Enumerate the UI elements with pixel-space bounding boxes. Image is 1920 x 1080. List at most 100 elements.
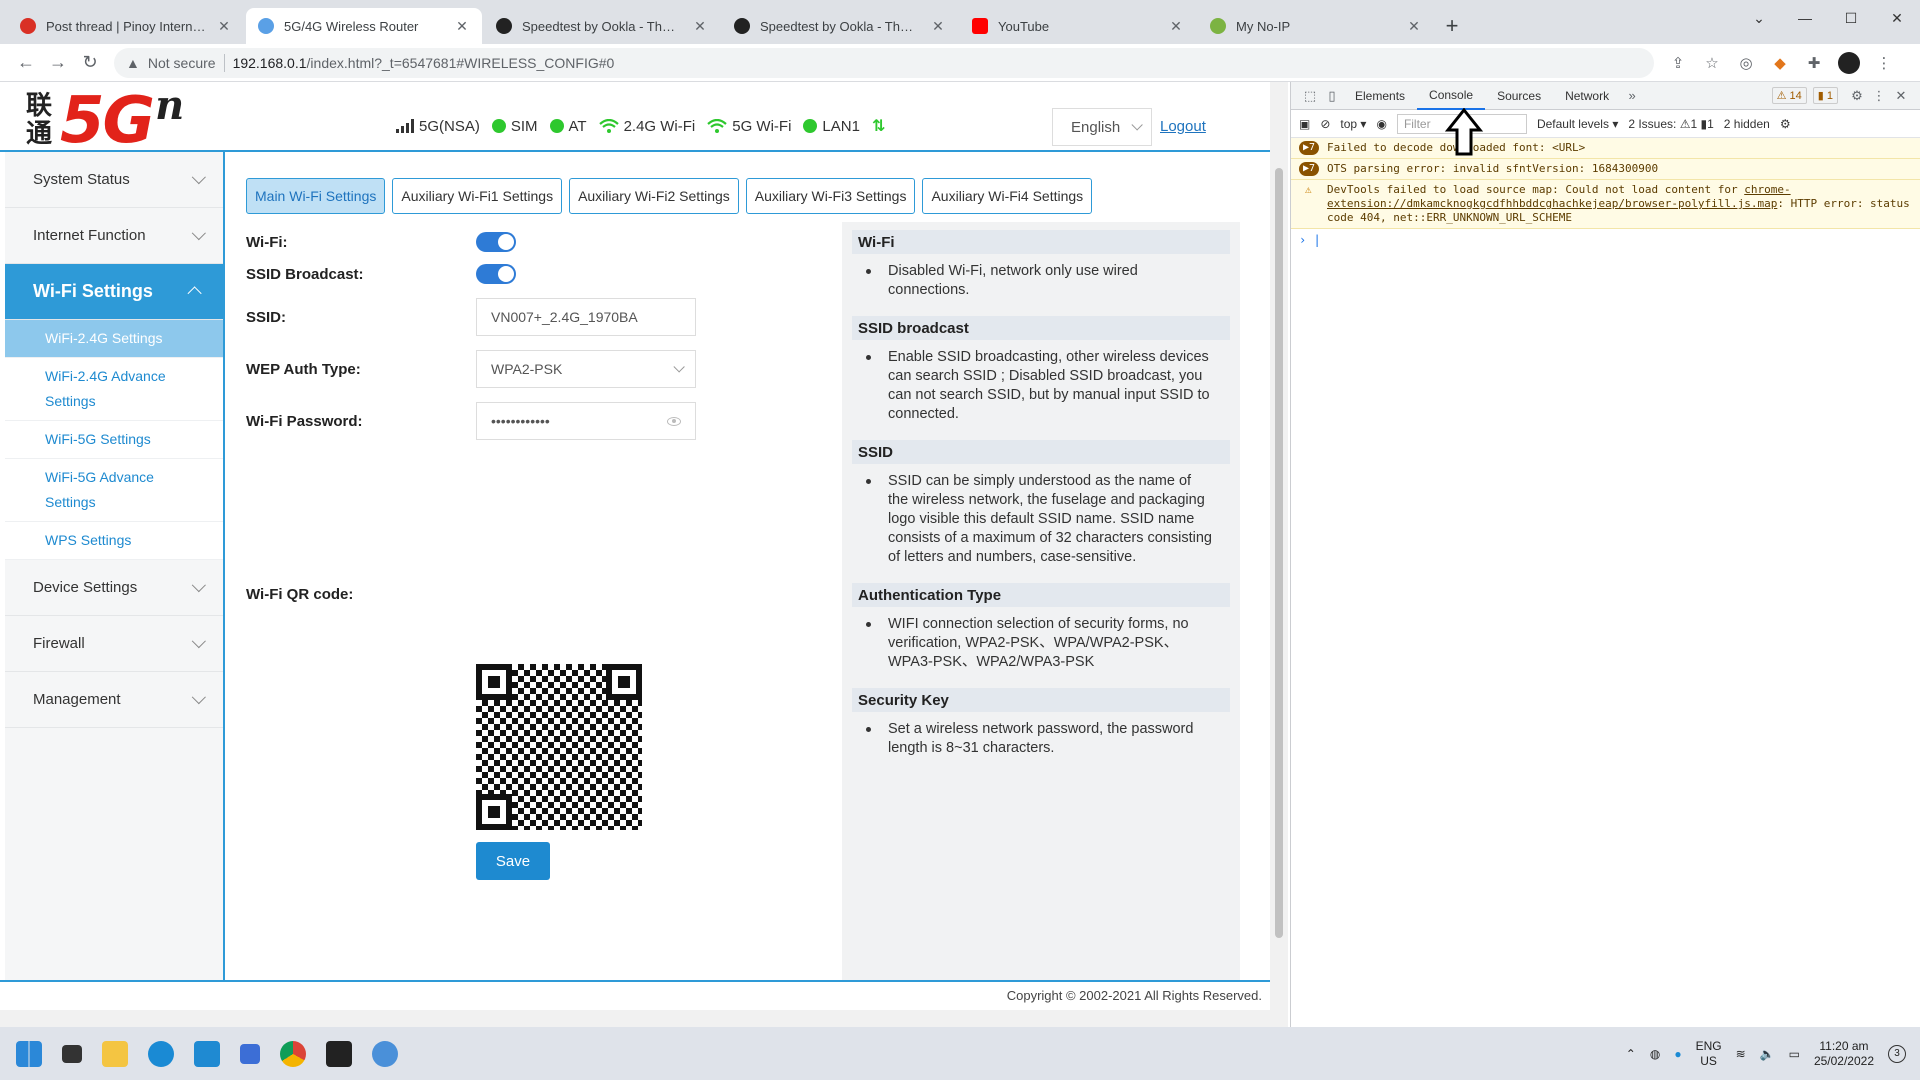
console-settings-icon[interactable]: ⚙	[1780, 117, 1791, 131]
system-tray: ⌃ ◍ ● ENG US ≋ 🔈 ▭ 11:20 am 25/02/2022 3	[1626, 1027, 1906, 1080]
levels-select[interactable]: Default levels ▾	[1537, 117, 1618, 131]
eye-icon[interactable]: ◉	[1376, 117, 1386, 131]
warning-count: 14	[1789, 90, 1802, 102]
eye-icon[interactable]	[667, 416, 681, 426]
youtube-icon	[972, 18, 988, 34]
forward-icon[interactable]: →	[42, 47, 74, 79]
sidebar-wifi-settings[interactable]: Wi-Fi Settings	[5, 264, 223, 320]
sidebar-internet-function[interactable]: Internet Function	[5, 208, 223, 264]
task-view-icon[interactable]	[62, 1044, 82, 1063]
close-icon[interactable]: ✕	[1168, 18, 1184, 35]
sidebar-item-wifi24-advance[interactable]: WiFi-2.4G Advance Settings	[5, 358, 223, 421]
vertical-scrollbar[interactable]	[1270, 82, 1288, 1027]
close-icon[interactable]: ✕	[692, 18, 708, 35]
network-app-icon[interactable]	[372, 1040, 398, 1067]
app-icon[interactable]	[240, 1043, 260, 1064]
sidebar-device-settings[interactable]: Device Settings	[5, 560, 223, 616]
tab-aux-wifi4[interactable]: Auxiliary Wi-Fi4 Settings	[922, 178, 1093, 214]
edge-icon[interactable]	[148, 1040, 174, 1067]
file-explorer-icon[interactable]	[102, 1040, 128, 1067]
close-window-icon[interactable]: ✕	[1874, 0, 1920, 36]
console-prompt[interactable]: › |	[1291, 229, 1920, 251]
device-toolbar-icon[interactable]: ▯	[1321, 85, 1343, 107]
help-text: WIFI connection selection of security fo…	[852, 607, 1230, 682]
sidebar-management[interactable]: Management	[5, 672, 223, 728]
ssid-broadcast-toggle[interactable]	[476, 264, 516, 284]
new-tab-button[interactable]: +	[1436, 8, 1468, 44]
clear-console-icon[interactable]: ⊘	[1320, 117, 1330, 131]
reload-icon[interactable]: ↻	[74, 47, 106, 79]
sidebar-item-wifi5-advance[interactable]: WiFi-5G Advance Settings	[5, 459, 223, 522]
star-icon[interactable]: ☆	[1702, 53, 1722, 73]
browser-tab-5[interactable]: YouTube ✕	[960, 8, 1196, 44]
auth-type-select[interactable]: WPA2-PSK	[476, 350, 696, 388]
tab-elements[interactable]: Elements	[1343, 82, 1417, 110]
inspect-icon[interactable]: ⬚	[1299, 85, 1321, 107]
browser-tab-2[interactable]: 5G/4G Wireless Router ✕	[246, 8, 482, 44]
close-icon[interactable]: ✕	[454, 18, 470, 35]
sidebar-item-wifi5-settings[interactable]: WiFi-5G Settings	[5, 421, 223, 459]
wifi-toggle[interactable]	[476, 232, 516, 252]
tab-sources[interactable]: Sources	[1485, 82, 1553, 110]
windows-start-icon[interactable]	[16, 1040, 42, 1067]
clock[interactable]: 11:20 am 25/02/2022	[1814, 1039, 1874, 1069]
browser-tab-6[interactable]: My No-IP ✕	[1198, 8, 1434, 44]
close-icon[interactable]: ✕	[930, 18, 946, 35]
address-bar[interactable]: ▲ Not secure 192.168.0.1/index.html?_t=6…	[114, 47, 1654, 78]
terminal-icon[interactable]	[326, 1040, 352, 1067]
minimize-icon[interactable]: —	[1782, 0, 1828, 36]
browser-tab-4[interactable]: Speedtest by Ookla - The Global ✕	[722, 8, 958, 44]
tab-main-wifi[interactable]: Main Wi-Fi Settings	[246, 178, 386, 214]
puzzle-icon[interactable]: ✚	[1804, 53, 1824, 73]
sidebar-firewall[interactable]: Firewall	[5, 616, 223, 672]
browser-tab-3[interactable]: Speedtest by Ookla - The Global ✕	[484, 8, 720, 44]
help-text-body: Set a wireless network password, the pas…	[888, 721, 1194, 756]
info-count-badge[interactable]: ▮ 1	[1812, 87, 1838, 104]
close-icon[interactable]: ✕	[216, 18, 232, 35]
metamask-icon[interactable]: ◆	[1770, 53, 1790, 73]
browser-tab-1[interactable]: Post thread | Pinoy Internet and ✕	[8, 8, 244, 44]
more-tabs-icon[interactable]: »	[1621, 85, 1643, 107]
tab-console[interactable]: Console	[1417, 82, 1486, 110]
password-input[interactable]: ••••••••••••	[476, 402, 696, 440]
maximize-icon[interactable]: ☐	[1828, 0, 1874, 36]
tab-aux-wifi3[interactable]: Auxiliary Wi-Fi3 Settings	[745, 178, 916, 214]
language-select[interactable]: English	[1052, 108, 1152, 146]
logout-link[interactable]: Logout	[1160, 118, 1206, 135]
language-indicator[interactable]: ENG US	[1696, 1039, 1722, 1069]
chrome-icon[interactable]	[280, 1040, 306, 1067]
back-icon[interactable]: ←	[10, 47, 42, 79]
context-select[interactable]: top ▾	[1340, 117, 1366, 131]
sidebar-system-status[interactable]: System Status	[5, 152, 223, 208]
battery-icon[interactable]: ▭	[1789, 1047, 1800, 1061]
tab-network[interactable]: Network	[1553, 82, 1621, 110]
ssid-input[interactable]: VN007+_2.4G_1970BA	[476, 298, 696, 336]
sidebar-toggle-icon[interactable]: ▣	[1299, 117, 1310, 131]
wifi-icon[interactable]: ≋	[1736, 1047, 1746, 1061]
tab-aux-wifi2[interactable]: Auxiliary Wi-Fi2 Settings	[569, 178, 739, 214]
tray-app-icon[interactable]: ●	[1674, 1047, 1681, 1061]
vscode-icon[interactable]	[194, 1040, 220, 1067]
warning-count-badge[interactable]: ⚠ 14	[1771, 87, 1807, 104]
gear-icon[interactable]: ⚙	[1846, 85, 1868, 107]
volume-icon[interactable]: 🔈	[1760, 1047, 1775, 1061]
sidebar-item-wps[interactable]: WPS Settings	[5, 522, 223, 560]
tab-aux-wifi1[interactable]: Auxiliary Wi-Fi1 Settings	[392, 178, 563, 214]
issues-button[interactable]: 2 Issues: ⚠1 ▮1	[1628, 117, 1713, 131]
tab-search-icon[interactable]: ⌄	[1736, 0, 1782, 36]
tray-app-icon[interactable]: ◍	[1650, 1047, 1660, 1061]
close-icon[interactable]: ✕	[1890, 85, 1912, 107]
scrollbar-thumb[interactable]	[1275, 168, 1283, 938]
kebab-menu-icon[interactable]: ⋮	[1868, 85, 1890, 107]
chevron-up-icon[interactable]: ⌃	[1626, 1047, 1636, 1061]
share-icon[interactable]: ⇪	[1668, 53, 1688, 73]
sidebar-item-wifi24-settings[interactable]: WiFi-2.4G Settings	[5, 320, 223, 358]
chevron-down-icon	[1131, 119, 1143, 131]
save-button[interactable]: Save	[476, 842, 550, 880]
close-icon[interactable]: ✕	[1406, 18, 1422, 35]
notification-icon[interactable]: 3	[1888, 1044, 1906, 1063]
profile-avatar[interactable]	[1838, 51, 1860, 74]
menu-icon[interactable]: ⋮	[1874, 53, 1894, 73]
horizontal-scrollbar[interactable]	[0, 1010, 1270, 1027]
extension-icon[interactable]: ◎	[1736, 53, 1756, 73]
